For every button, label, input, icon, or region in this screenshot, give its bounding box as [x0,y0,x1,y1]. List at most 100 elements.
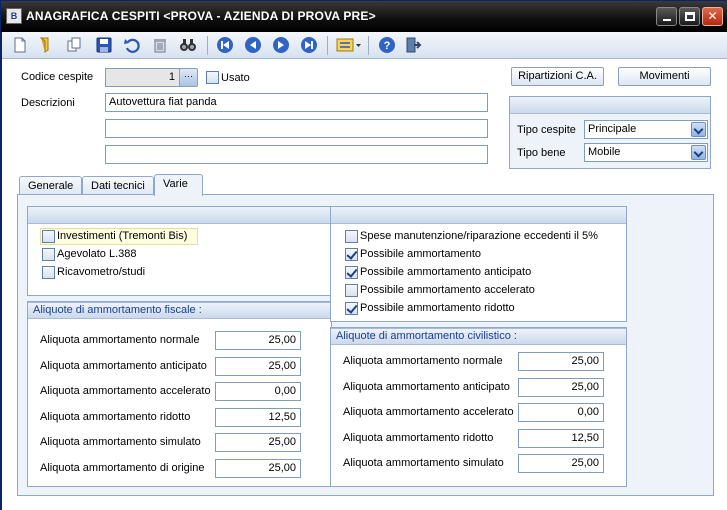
usato-checkbox[interactable] [206,71,219,84]
application-window: B ANAGRAFICA CESPITI <PROVA - AZIENDA DI… [0,0,727,510]
exit-icon [406,37,422,53]
save-icon [96,37,112,53]
copy-icon [67,37,81,52]
tab-generale[interactable]: Generale [19,176,82,196]
aliquota-field[interactable]: 12,50 [215,407,301,427]
tipo-cespite-label: Tipo cespite [517,124,576,136]
minimize-button[interactable] [656,7,677,26]
codice-cespite-label: Codice cespite [21,71,94,83]
aliquota-label: Aliquota ammortamento simulato [343,457,504,469]
open-button[interactable] [35,36,55,54]
undo-icon [124,38,140,53]
previous-record-icon [245,37,261,53]
aliquota-field[interactable]: 25,00 [518,352,604,371]
tipo-bene-label: Tipo bene [517,147,566,159]
delete-icon [154,39,166,53]
tipo-group-box: Tipo cespite Principale Tipo bene Mobile [509,96,711,169]
agevolazioni-box: Investimenti (Tremonti Bis) Agevolato L.… [27,206,332,296]
descrizione-field-1[interactable]: Autovettura fiat panda [105,93,488,112]
app-icon: B [6,8,22,24]
ricavometro-checkbox[interactable] [42,266,55,279]
first-record-button[interactable] [215,36,235,54]
aliquota-field[interactable]: 25,00 [518,377,604,397]
investimenti-checkbox[interactable] [42,230,55,243]
tipo-group-header [510,97,710,114]
option-label: Possibile ammortamento anticipato [360,266,532,278]
descrizione-field-2[interactable] [105,119,488,138]
aliquota-label: Aliquota ammortamento normale [343,355,503,367]
codice-cespite-field[interactable]: 1 [105,68,180,87]
aliquota-field[interactable]: 0,00 [518,403,604,422]
copy-button[interactable] [64,36,84,54]
toolbar: ? [2,32,727,59]
agevolato-label: Agevolato L.388 [57,248,137,260]
maximize-button[interactable] [679,7,700,26]
close-icon: ✕ [707,9,718,23]
aliquota-field[interactable]: 0,00 [215,382,301,401]
undo-button[interactable] [122,36,142,54]
option-checkbox[interactable] [345,230,358,243]
previous-record-button[interactable] [243,36,263,54]
chevron-down-icon [691,145,706,160]
toolbar-separator [207,36,208,55]
option-checkbox[interactable] [345,302,358,315]
varie-tab-panel: Investimenti (Tremonti Bis) Agevolato L.… [17,194,714,496]
find-button[interactable] [178,36,198,54]
chevron-down-icon [691,122,706,137]
aliquote-fiscale-box: Aliquote di ammortamento fiscale : Aliqu… [27,301,332,487]
ripartizioni-button[interactable]: Ripartizioni C.A. [511,67,604,86]
opzioni-ammortamento-header [331,207,626,224]
new-document-icon [14,37,26,53]
option-label: Possibile ammortamento [360,248,482,260]
aliquota-field[interactable]: 12,50 [518,428,604,448]
toolbar-separator [327,36,328,55]
delete-button[interactable] [150,36,170,54]
option-label: Possibile ammortamento ridotto [360,302,515,314]
descrizioni-label: Descrizioni [21,97,75,109]
option-checkbox[interactable] [345,284,358,297]
minimize-icon [662,19,671,21]
aliquota-field[interactable]: 25,00 [215,356,301,376]
help-icon: ? [379,37,395,53]
help-button[interactable]: ? [377,36,397,54]
exit-button[interactable] [403,36,423,54]
agevolato-checkbox[interactable] [42,248,55,261]
option-checkbox[interactable] [345,266,358,279]
movimenti-button[interactable]: Movimenti [618,67,711,86]
option-label: Possibile ammortamento accelerato [360,284,535,296]
tipo-cespite-select[interactable]: Principale [584,120,708,139]
window-title: ANAGRAFICA CESPITI <PROVA - AZIENDA DI P… [26,9,376,23]
close-button[interactable]: ✕ [702,7,723,26]
ricavometro-label: Ricavometro/studi [57,266,146,278]
save-button[interactable] [94,36,114,54]
aliquota-label: Aliquota ammortamento anticipato [343,380,510,393]
aliquota-field[interactable]: 25,00 [215,458,301,478]
list-options-button[interactable] [335,36,363,54]
aliquota-label: Aliquota ammortamento simulato [40,436,201,448]
aliquota-field[interactable]: 25,00 [518,454,604,473]
option-checkbox[interactable] [345,248,358,261]
tipo-bene-value: Mobile [588,146,621,158]
find-icon [180,39,196,51]
aliquote-civilistico-title: Aliquote di ammortamento civilistico : [331,328,626,345]
tipo-bene-select[interactable]: Mobile [584,143,708,162]
last-record-button[interactable] [299,36,319,54]
aliquota-label: Aliquota ammortamento accelerato [40,385,211,397]
aliquota-field[interactable]: 25,00 [215,433,301,452]
aliquota-field[interactable]: 25,00 [215,331,301,350]
toolbar-separator [368,36,369,55]
tab-dati-tecnici[interactable]: Dati tecnici [82,176,154,196]
descrizione-field-3[interactable] [105,145,488,164]
open-folder-icon [39,37,49,53]
last-record-icon [301,37,317,53]
codice-lookup-button[interactable]: ··· [179,68,198,87]
usato-label: Usato [221,72,250,84]
investimenti-label: Investimenti (Tremonti Bis) [57,230,188,242]
title-bar[interactable]: B ANAGRAFICA CESPITI <PROVA - AZIENDA DI… [1,1,727,32]
aliquota-label: Aliquota ammortamento anticipato [40,359,207,372]
next-record-button[interactable] [271,36,291,54]
tab-varie[interactable]: Varie [154,174,203,196]
new-document-button[interactable] [10,36,30,54]
next-record-icon [273,37,289,53]
aliquota-label: Aliquota ammortamento ridotto [40,410,191,423]
